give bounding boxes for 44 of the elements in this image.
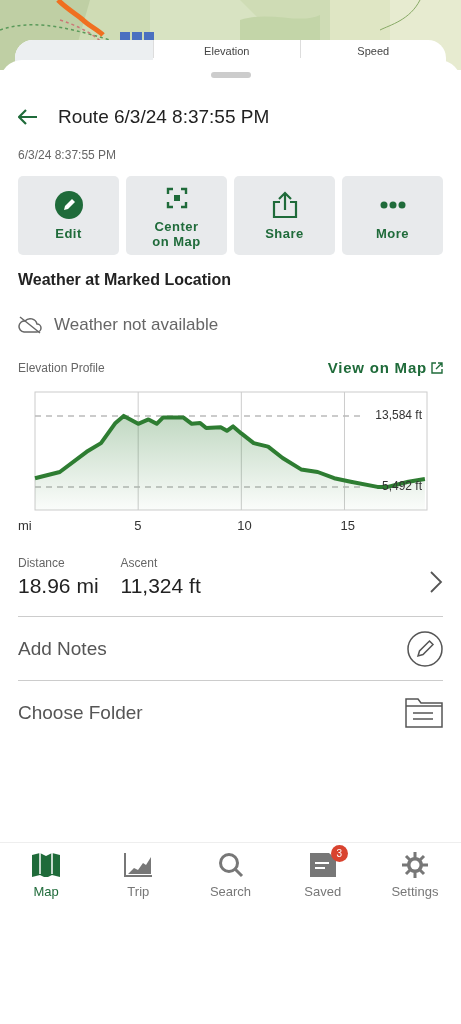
list-row[interactable]: Add Notes bbox=[18, 616, 443, 680]
pencil-icon bbox=[407, 630, 443, 667]
section-title: Elevation Profile bbox=[18, 360, 105, 375]
view-on-map-link[interactable]: View on Map bbox=[327, 359, 443, 376]
folder-icon bbox=[309, 853, 336, 877]
external-link-icon bbox=[431, 361, 443, 374]
folder-icon bbox=[405, 697, 443, 728]
nav-tab[interactable]: Search bbox=[184, 843, 277, 905]
weather-status: Weather not available bbox=[54, 315, 219, 335]
stat-label: Ascent bbox=[120, 556, 159, 570]
search-icon bbox=[217, 852, 244, 878]
route-title: Route 6/3/24 8:37:55 PM bbox=[58, 106, 270, 128]
list-row[interactable]: Choose Folder bbox=[18, 680, 443, 744]
gear-icon bbox=[401, 852, 428, 878]
x-tick-label: 5 bbox=[134, 518, 142, 533]
focus-frame-icon bbox=[165, 186, 188, 209]
drag-handle[interactable] bbox=[210, 72, 251, 78]
stat-value: 18.96 mi bbox=[18, 574, 99, 598]
count-badge: 3 bbox=[330, 845, 348, 862]
stat-label: Distance bbox=[18, 556, 66, 570]
y-tick-label: 13,584 ft bbox=[375, 408, 422, 423]
nav-tab[interactable]: Trip bbox=[92, 843, 185, 905]
share-button[interactable]: Share bbox=[234, 176, 335, 255]
chart-tab[interactable]: Speed bbox=[299, 40, 446, 58]
chart-tab[interactable]: Elevation bbox=[153, 40, 300, 58]
cloud-off-icon bbox=[18, 316, 42, 334]
section-title: Weather at Marked Location bbox=[18, 271, 233, 289]
more-icon bbox=[379, 201, 406, 209]
x-tick-label: 10 bbox=[237, 518, 252, 533]
back-icon[interactable] bbox=[18, 109, 38, 125]
chart-icon bbox=[124, 853, 153, 877]
share-icon bbox=[271, 191, 298, 219]
x-tick-label: 15 bbox=[340, 518, 355, 533]
axis-unit: mi bbox=[18, 518, 32, 533]
stat-value: 11,324 ft bbox=[120, 574, 201, 598]
edit-button[interactable]: Edit bbox=[18, 176, 119, 255]
map-icon bbox=[32, 853, 61, 877]
pencil-icon bbox=[54, 191, 83, 219]
more-button[interactable]: More bbox=[342, 176, 443, 255]
nav-tab[interactable]: Settings bbox=[368, 843, 461, 905]
nav-tab[interactable]: Map bbox=[0, 843, 93, 905]
center-button[interactable]: Center on Map bbox=[126, 176, 227, 255]
nav-tab[interactable]: 3 Saved bbox=[276, 843, 369, 905]
route-date: 6/3/24 8:37:55 PM bbox=[18, 148, 118, 162]
